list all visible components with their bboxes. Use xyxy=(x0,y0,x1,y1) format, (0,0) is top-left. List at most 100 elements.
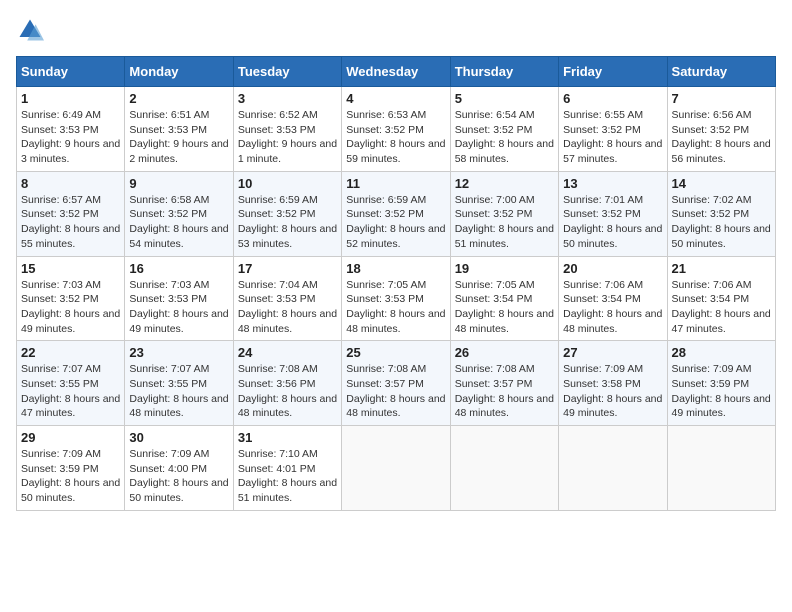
calendar-week-row: 22 Sunrise: 7:07 AMSunset: 3:55 PMDaylig… xyxy=(17,341,776,426)
calendar-cell: 1 Sunrise: 6:49 AMSunset: 3:53 PMDayligh… xyxy=(17,87,125,172)
calendar-cell: 20 Sunrise: 7:06 AMSunset: 3:54 PMDaylig… xyxy=(559,256,667,341)
day-info: Sunrise: 6:53 AMSunset: 3:52 PMDaylight:… xyxy=(346,109,445,165)
calendar-cell: 10 Sunrise: 6:59 AMSunset: 3:52 PMDaylig… xyxy=(233,171,341,256)
day-info: Sunrise: 7:05 AMSunset: 3:54 PMDaylight:… xyxy=(455,279,554,335)
calendar-cell: 5 Sunrise: 6:54 AMSunset: 3:52 PMDayligh… xyxy=(450,87,558,172)
day-number: 26 xyxy=(455,345,554,360)
day-number: 5 xyxy=(455,91,554,106)
day-number: 11 xyxy=(346,176,445,191)
day-number: 8 xyxy=(21,176,120,191)
weekday-header: Monday xyxy=(125,57,233,87)
calendar-cell: 6 Sunrise: 6:55 AMSunset: 3:52 PMDayligh… xyxy=(559,87,667,172)
day-number: 15 xyxy=(21,261,120,276)
calendar-cell: 31 Sunrise: 7:10 AMSunset: 4:01 PMDaylig… xyxy=(233,426,341,511)
day-info: Sunrise: 6:59 AMSunset: 3:52 PMDaylight:… xyxy=(238,194,337,250)
calendar-cell: 29 Sunrise: 7:09 AMSunset: 3:59 PMDaylig… xyxy=(17,426,125,511)
day-number: 3 xyxy=(238,91,337,106)
weekday-header: Thursday xyxy=(450,57,558,87)
day-info: Sunrise: 7:07 AMSunset: 3:55 PMDaylight:… xyxy=(129,363,228,419)
day-info: Sunrise: 7:08 AMSunset: 3:57 PMDaylight:… xyxy=(455,363,554,419)
day-info: Sunrise: 7:06 AMSunset: 3:54 PMDaylight:… xyxy=(563,279,662,335)
day-number: 30 xyxy=(129,430,228,445)
day-info: Sunrise: 7:09 AMSunset: 3:58 PMDaylight:… xyxy=(563,363,662,419)
day-info: Sunrise: 7:07 AMSunset: 3:55 PMDaylight:… xyxy=(21,363,120,419)
calendar-cell: 26 Sunrise: 7:08 AMSunset: 3:57 PMDaylig… xyxy=(450,341,558,426)
day-info: Sunrise: 7:10 AMSunset: 4:01 PMDaylight:… xyxy=(238,448,337,504)
day-number: 14 xyxy=(672,176,771,191)
day-number: 1 xyxy=(21,91,120,106)
calendar-cell: 19 Sunrise: 7:05 AMSunset: 3:54 PMDaylig… xyxy=(450,256,558,341)
calendar-cell: 17 Sunrise: 7:04 AMSunset: 3:53 PMDaylig… xyxy=(233,256,341,341)
calendar-cell: 2 Sunrise: 6:51 AMSunset: 3:53 PMDayligh… xyxy=(125,87,233,172)
day-info: Sunrise: 7:06 AMSunset: 3:54 PMDaylight:… xyxy=(672,279,771,335)
day-number: 7 xyxy=(672,91,771,106)
page-header xyxy=(16,16,776,44)
day-info: Sunrise: 6:59 AMSunset: 3:52 PMDaylight:… xyxy=(346,194,445,250)
calendar-cell: 7 Sunrise: 6:56 AMSunset: 3:52 PMDayligh… xyxy=(667,87,775,172)
day-info: Sunrise: 7:03 AMSunset: 3:53 PMDaylight:… xyxy=(129,279,228,335)
day-number: 21 xyxy=(672,261,771,276)
day-number: 25 xyxy=(346,345,445,360)
day-info: Sunrise: 7:08 AMSunset: 3:57 PMDaylight:… xyxy=(346,363,445,419)
day-info: Sunrise: 7:00 AMSunset: 3:52 PMDaylight:… xyxy=(455,194,554,250)
logo xyxy=(16,16,48,44)
day-number: 20 xyxy=(563,261,662,276)
calendar-cell: 14 Sunrise: 7:02 AMSunset: 3:52 PMDaylig… xyxy=(667,171,775,256)
calendar-cell: 16 Sunrise: 7:03 AMSunset: 3:53 PMDaylig… xyxy=(125,256,233,341)
day-info: Sunrise: 6:52 AMSunset: 3:53 PMDaylight:… xyxy=(238,109,337,165)
logo-icon xyxy=(16,16,44,44)
calendar-cell: 9 Sunrise: 6:58 AMSunset: 3:52 PMDayligh… xyxy=(125,171,233,256)
day-number: 16 xyxy=(129,261,228,276)
calendar-week-row: 8 Sunrise: 6:57 AMSunset: 3:52 PMDayligh… xyxy=(17,171,776,256)
calendar-cell: 28 Sunrise: 7:09 AMSunset: 3:59 PMDaylig… xyxy=(667,341,775,426)
day-info: Sunrise: 6:57 AMSunset: 3:52 PMDaylight:… xyxy=(21,194,120,250)
calendar-cell xyxy=(450,426,558,511)
day-info: Sunrise: 7:09 AMSunset: 3:59 PMDaylight:… xyxy=(672,363,771,419)
day-number: 19 xyxy=(455,261,554,276)
calendar-cell: 23 Sunrise: 7:07 AMSunset: 3:55 PMDaylig… xyxy=(125,341,233,426)
day-info: Sunrise: 7:01 AMSunset: 3:52 PMDaylight:… xyxy=(563,194,662,250)
day-info: Sunrise: 7:09 AMSunset: 4:00 PMDaylight:… xyxy=(129,448,228,504)
calendar-cell xyxy=(667,426,775,511)
day-info: Sunrise: 7:08 AMSunset: 3:56 PMDaylight:… xyxy=(238,363,337,419)
day-info: Sunrise: 7:03 AMSunset: 3:52 PMDaylight:… xyxy=(21,279,120,335)
day-number: 28 xyxy=(672,345,771,360)
calendar-week-row: 15 Sunrise: 7:03 AMSunset: 3:52 PMDaylig… xyxy=(17,256,776,341)
day-number: 4 xyxy=(346,91,445,106)
day-number: 10 xyxy=(238,176,337,191)
day-info: Sunrise: 7:04 AMSunset: 3:53 PMDaylight:… xyxy=(238,279,337,335)
weekday-header: Friday xyxy=(559,57,667,87)
calendar-cell xyxy=(559,426,667,511)
day-info: Sunrise: 6:51 AMSunset: 3:53 PMDaylight:… xyxy=(129,109,228,165)
day-info: Sunrise: 6:56 AMSunset: 3:52 PMDaylight:… xyxy=(672,109,771,165)
day-info: Sunrise: 7:02 AMSunset: 3:52 PMDaylight:… xyxy=(672,194,771,250)
calendar-cell: 15 Sunrise: 7:03 AMSunset: 3:52 PMDaylig… xyxy=(17,256,125,341)
day-number: 31 xyxy=(238,430,337,445)
calendar-table: SundayMondayTuesdayWednesdayThursdayFrid… xyxy=(16,56,776,511)
calendar-cell: 25 Sunrise: 7:08 AMSunset: 3:57 PMDaylig… xyxy=(342,341,450,426)
calendar-cell: 3 Sunrise: 6:52 AMSunset: 3:53 PMDayligh… xyxy=(233,87,341,172)
calendar-cell: 4 Sunrise: 6:53 AMSunset: 3:52 PMDayligh… xyxy=(342,87,450,172)
calendar-header-row: SundayMondayTuesdayWednesdayThursdayFrid… xyxy=(17,57,776,87)
day-number: 17 xyxy=(238,261,337,276)
calendar-cell: 27 Sunrise: 7:09 AMSunset: 3:58 PMDaylig… xyxy=(559,341,667,426)
day-number: 6 xyxy=(563,91,662,106)
calendar-cell: 13 Sunrise: 7:01 AMSunset: 3:52 PMDaylig… xyxy=(559,171,667,256)
calendar-cell: 12 Sunrise: 7:00 AMSunset: 3:52 PMDaylig… xyxy=(450,171,558,256)
weekday-header: Tuesday xyxy=(233,57,341,87)
day-number: 23 xyxy=(129,345,228,360)
day-number: 24 xyxy=(238,345,337,360)
calendar-cell: 8 Sunrise: 6:57 AMSunset: 3:52 PMDayligh… xyxy=(17,171,125,256)
weekday-header: Saturday xyxy=(667,57,775,87)
calendar-cell: 24 Sunrise: 7:08 AMSunset: 3:56 PMDaylig… xyxy=(233,341,341,426)
day-info: Sunrise: 7:05 AMSunset: 3:53 PMDaylight:… xyxy=(346,279,445,335)
day-number: 12 xyxy=(455,176,554,191)
day-info: Sunrise: 6:54 AMSunset: 3:52 PMDaylight:… xyxy=(455,109,554,165)
day-info: Sunrise: 6:55 AMSunset: 3:52 PMDaylight:… xyxy=(563,109,662,165)
day-number: 29 xyxy=(21,430,120,445)
calendar-week-row: 29 Sunrise: 7:09 AMSunset: 3:59 PMDaylig… xyxy=(17,426,776,511)
calendar-cell: 30 Sunrise: 7:09 AMSunset: 4:00 PMDaylig… xyxy=(125,426,233,511)
day-info: Sunrise: 6:58 AMSunset: 3:52 PMDaylight:… xyxy=(129,194,228,250)
calendar-week-row: 1 Sunrise: 6:49 AMSunset: 3:53 PMDayligh… xyxy=(17,87,776,172)
calendar-cell: 11 Sunrise: 6:59 AMSunset: 3:52 PMDaylig… xyxy=(342,171,450,256)
